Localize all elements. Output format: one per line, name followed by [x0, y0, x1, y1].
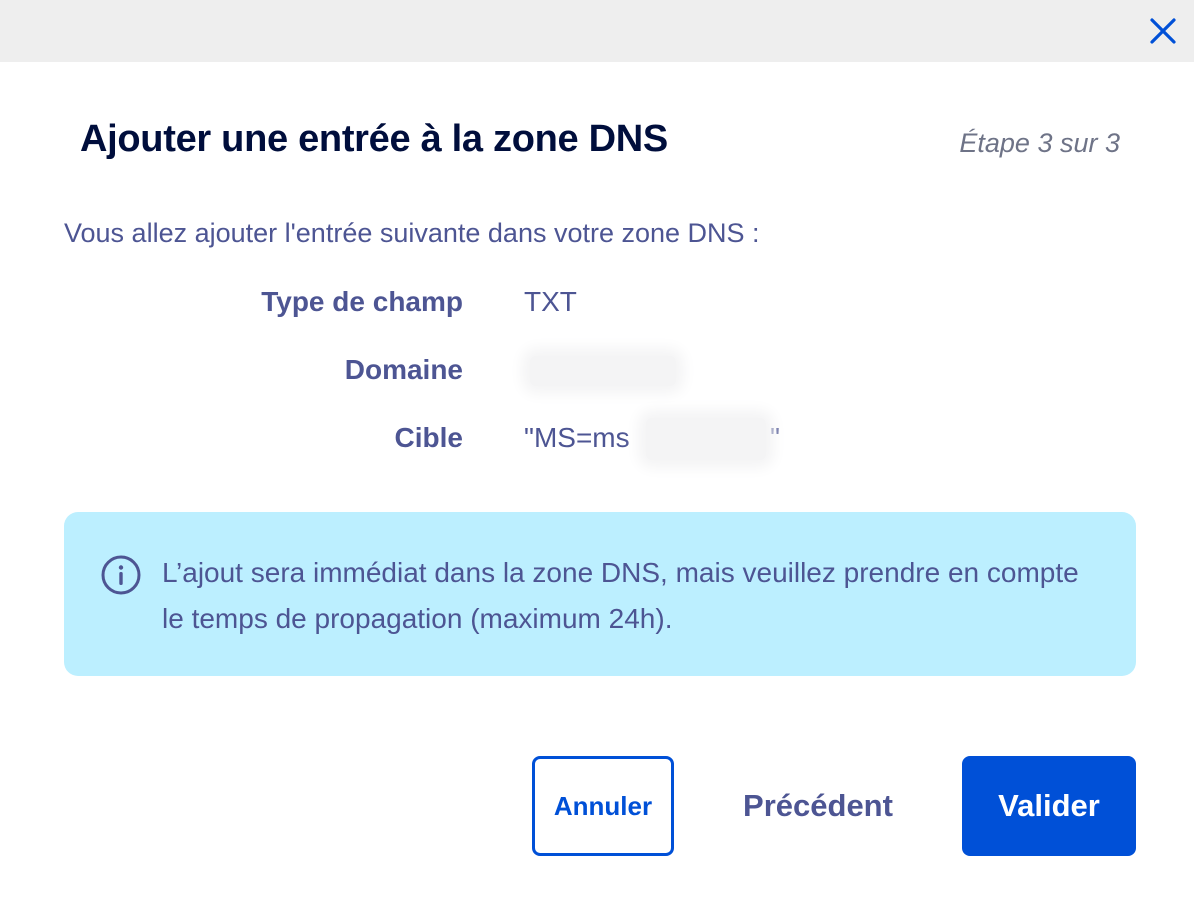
field-value-target: "MS=ms	[524, 422, 630, 454]
field-row-type: Type de champ TXT	[0, 286, 1194, 326]
cancel-button[interactable]: Annuler	[532, 756, 674, 856]
field-value-type: TXT	[524, 286, 577, 317]
info-text: L’ajout sera immédiat dans la zone DNS, …	[162, 557, 1079, 634]
info-circle-icon	[101, 555, 141, 595]
step-indicator: Étape 3 sur 3	[959, 128, 1120, 158]
target-value-prefix: "MS=ms	[524, 422, 630, 453]
redacted-target	[646, 418, 766, 460]
redacted-domain	[530, 356, 676, 386]
dns-entry-dialog: Ajouter une entrée à la zone DNS Étape 3…	[0, 0, 1194, 900]
field-row-target: Cible "MS=ms "	[0, 418, 1194, 462]
intro-text: Vous allez ajouter l'entrée suivante dan…	[64, 218, 760, 248]
close-icon	[1150, 18, 1176, 44]
close-button[interactable]	[1146, 14, 1180, 48]
target-value-suffix: "	[770, 422, 780, 453]
dialog-header-bar	[0, 0, 1194, 62]
previous-button[interactable]: Précédent	[716, 756, 920, 856]
dialog-title: Ajouter une entrée à la zone DNS	[80, 118, 668, 160]
info-alert: L’ajout sera immédiat dans la zone DNS, …	[64, 512, 1136, 676]
field-label-domain: Domaine	[344, 354, 463, 385]
field-label-type: Type de champ	[261, 286, 463, 317]
validate-button[interactable]: Valider	[962, 756, 1136, 856]
field-label-target: Cible	[394, 422, 463, 453]
field-row-domain: Domaine	[0, 354, 1194, 394]
